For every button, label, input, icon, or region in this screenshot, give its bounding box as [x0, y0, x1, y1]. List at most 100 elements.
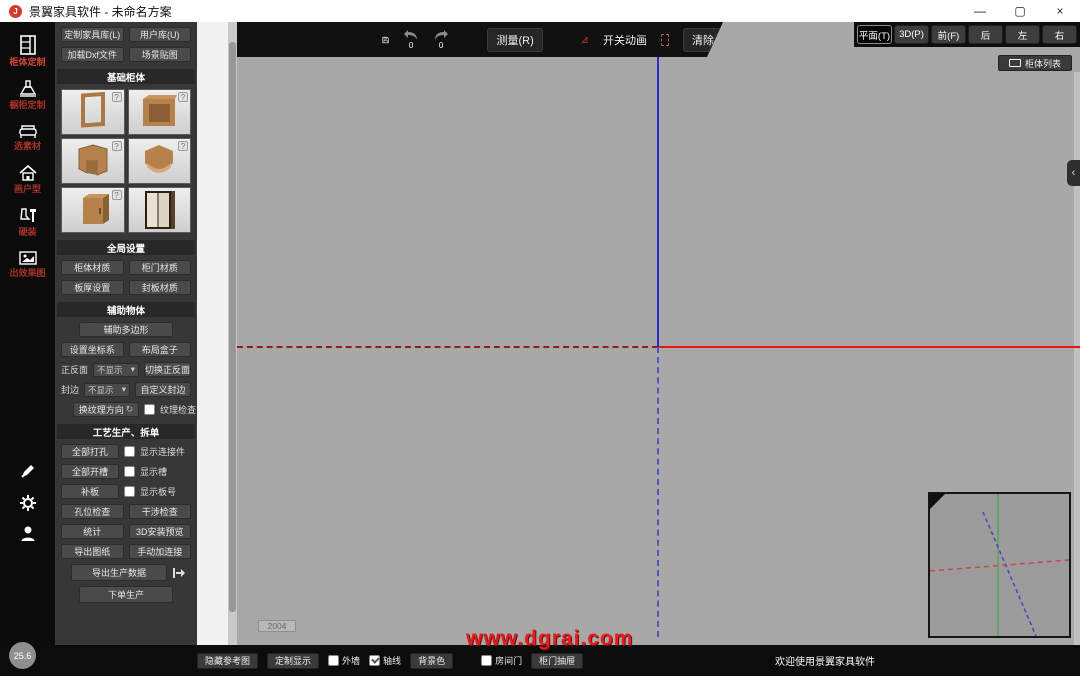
- cabinet-list-button[interactable]: 柜体列表: [998, 55, 1072, 71]
- thumb-wardrobe[interactable]: [127, 187, 191, 233]
- set-coordinate-button[interactable]: 设置坐标系: [61, 342, 124, 357]
- version-badge[interactable]: 25.6: [9, 642, 36, 669]
- rail-tool-materials[interactable]: 选素材: [0, 123, 55, 151]
- open-frame-cabinet-icon: [80, 92, 105, 128]
- texture-check-label: 纹理检查: [160, 405, 197, 415]
- left-tools-panel: 定制家具库(L) 用户库(U) 加载Dxf文件 场景贴图 基础柜体 ? ? ? …: [55, 22, 197, 645]
- show-slot-checkbox[interactable]: [124, 466, 135, 477]
- measure-button[interactable]: 测量(R): [487, 28, 542, 52]
- app-logo-icon: J: [9, 4, 22, 18]
- export-production-data-button[interactable]: 导出生产数据: [71, 564, 167, 581]
- texture-direction-button[interactable]: 换纹理方向 ↻: [73, 402, 139, 417]
- thumb-open-frame-cabinet[interactable]: ?: [61, 89, 125, 135]
- rail-tool-kitchen-custom[interactable]: 橱柜定制: [0, 80, 55, 110]
- global-settings-header: 全局设置: [57, 240, 195, 255]
- maximize-button[interactable]: ▢: [1000, 0, 1040, 22]
- right-scroll-strip[interactable]: [1074, 72, 1080, 645]
- show-board-no-label: 显示板号: [140, 487, 177, 497]
- help-badge[interactable]: ?: [111, 141, 122, 151]
- manual-connection-button[interactable]: 手动加连接: [128, 544, 191, 559]
- settings-button[interactable]: [0, 494, 55, 517]
- view-3d-button[interactable]: 3D(P): [894, 25, 929, 44]
- interference-check-button[interactable]: 干涉检查: [128, 504, 191, 519]
- patch-board-button[interactable]: 补板: [61, 484, 119, 499]
- user-icon: [21, 526, 34, 541]
- view-plan-button[interactable]: 平面(T): [857, 25, 892, 44]
- rail-tool-hard-decor[interactable]: 硬装: [0, 207, 55, 237]
- board-thickness-button[interactable]: 板厚设置: [61, 280, 124, 295]
- marquee-select-icon[interactable]: [661, 34, 669, 46]
- panel-expander-handle[interactable]: ‹: [1067, 160, 1080, 186]
- export-arrow-icon[interactable]: [172, 567, 186, 579]
- axis-lines-toggle[interactable]: 轴线: [369, 654, 401, 667]
- custom-edge-band-button[interactable]: 自定义封边: [135, 382, 191, 397]
- cabinet-material-button[interactable]: 柜体材质: [61, 260, 124, 275]
- seal-board-material-button[interactable]: 封板材质: [128, 280, 191, 295]
- view-right-button[interactable]: 右: [1042, 25, 1077, 44]
- redo-button[interactable]: 0: [433, 29, 449, 50]
- redo-icon: [433, 29, 449, 41]
- rail-tool-floorplan[interactable]: 画户型: [0, 164, 55, 194]
- hide-reference-image-button[interactable]: 隐藏参考图: [197, 652, 259, 669]
- background-color-button[interactable]: 背景色: [410, 652, 454, 669]
- outer-wall-toggle[interactable]: 外墙: [328, 654, 360, 667]
- thumb-door-cabinet[interactable]: ?: [61, 187, 125, 233]
- help-badge[interactable]: ?: [111, 92, 122, 102]
- y-axis-negative: [657, 347, 659, 637]
- room-door-toggle[interactable]: 房间门: [481, 654, 522, 667]
- statistics-button[interactable]: 统计: [61, 524, 124, 539]
- angle-ruler-icon[interactable]: [581, 32, 589, 48]
- view-front-button[interactable]: 前(F): [931, 25, 966, 44]
- minimap-blue-axis: [982, 511, 1037, 637]
- close-button[interactable]: ×: [1040, 0, 1080, 22]
- room-door-checkbox[interactable]: [481, 655, 493, 666]
- corner-round-cabinet-icon: [145, 145, 174, 173]
- scrollbar-thumb[interactable]: [229, 42, 236, 612]
- preview-3d-install-button[interactable]: 3D安装预览: [128, 524, 191, 539]
- slot-all-button[interactable]: 全部开槽: [61, 464, 119, 479]
- rail-tool-label: 出效果图: [9, 268, 46, 278]
- edge-band-dropdown[interactable]: 不显示 ▾: [84, 382, 131, 397]
- wardrobe-icon: [145, 191, 176, 229]
- hole-check-button[interactable]: 孔位检查: [61, 504, 124, 519]
- view-back-button[interactable]: 后: [968, 25, 1003, 44]
- rail-tool-cabinet-custom[interactable]: 柜体定制: [0, 35, 55, 67]
- view-left-button[interactable]: 左: [1005, 25, 1040, 44]
- panel-scrollbar[interactable]: [228, 22, 237, 645]
- custom-furniture-lib-button[interactable]: 定制家具库(L): [61, 27, 124, 42]
- switch-front-back-button[interactable]: 切换正反面: [143, 362, 191, 377]
- cabinet-door-drawer-button[interactable]: 柜门抽屉: [531, 652, 584, 669]
- toggle-animation-button[interactable]: 开关动画: [603, 32, 647, 48]
- load-dxf-button[interactable]: 加载Dxf文件: [61, 47, 124, 62]
- texture-check-checkbox[interactable]: [144, 404, 155, 415]
- custom-display-button[interactable]: 定制显示: [267, 652, 320, 669]
- minimize-button[interactable]: —: [960, 0, 1000, 22]
- axis-lines-checkbox[interactable]: [369, 655, 381, 666]
- export-drawings-button[interactable]: 导出图纸: [61, 544, 124, 559]
- orientation-minimap[interactable]: [928, 492, 1071, 638]
- help-badge[interactable]: ?: [178, 141, 188, 151]
- help-badge[interactable]: ?: [178, 92, 188, 102]
- edit-button[interactable]: [0, 462, 55, 485]
- save-icon[interactable]: [382, 31, 389, 49]
- y-axis-positive: [657, 57, 659, 347]
- thumb-corner-l-cabinet[interactable]: ?: [61, 138, 125, 184]
- show-board-no-checkbox[interactable]: [124, 486, 135, 497]
- layout-box-button[interactable]: 布局盒子: [128, 342, 191, 357]
- thumb-corner-round-cabinet[interactable]: ?: [127, 138, 191, 184]
- rail-tool-render[interactable]: 出效果图: [0, 250, 55, 278]
- help-badge[interactable]: ?: [111, 190, 122, 200]
- user-lib-button[interactable]: 用户库(U): [128, 27, 191, 42]
- front-back-dropdown[interactable]: 不显示 ▾: [93, 362, 139, 377]
- undo-button[interactable]: 0: [403, 29, 419, 50]
- thumb-box-cabinet[interactable]: ?: [127, 89, 191, 135]
- drill-all-button[interactable]: 全部打孔: [61, 444, 119, 459]
- show-connector-checkbox[interactable]: [124, 446, 135, 457]
- door-material-button[interactable]: 柜门材质: [128, 260, 191, 275]
- window-title: 景翼家具软件 - 未命名方案: [29, 4, 172, 19]
- account-button[interactable]: [0, 525, 55, 547]
- place-order-button[interactable]: 下单生产: [79, 586, 173, 603]
- scene-texture-button[interactable]: 场景贴图: [128, 47, 191, 62]
- outer-wall-checkbox[interactable]: [328, 655, 340, 666]
- aux-polygon-button[interactable]: 辅助多边形: [79, 322, 173, 337]
